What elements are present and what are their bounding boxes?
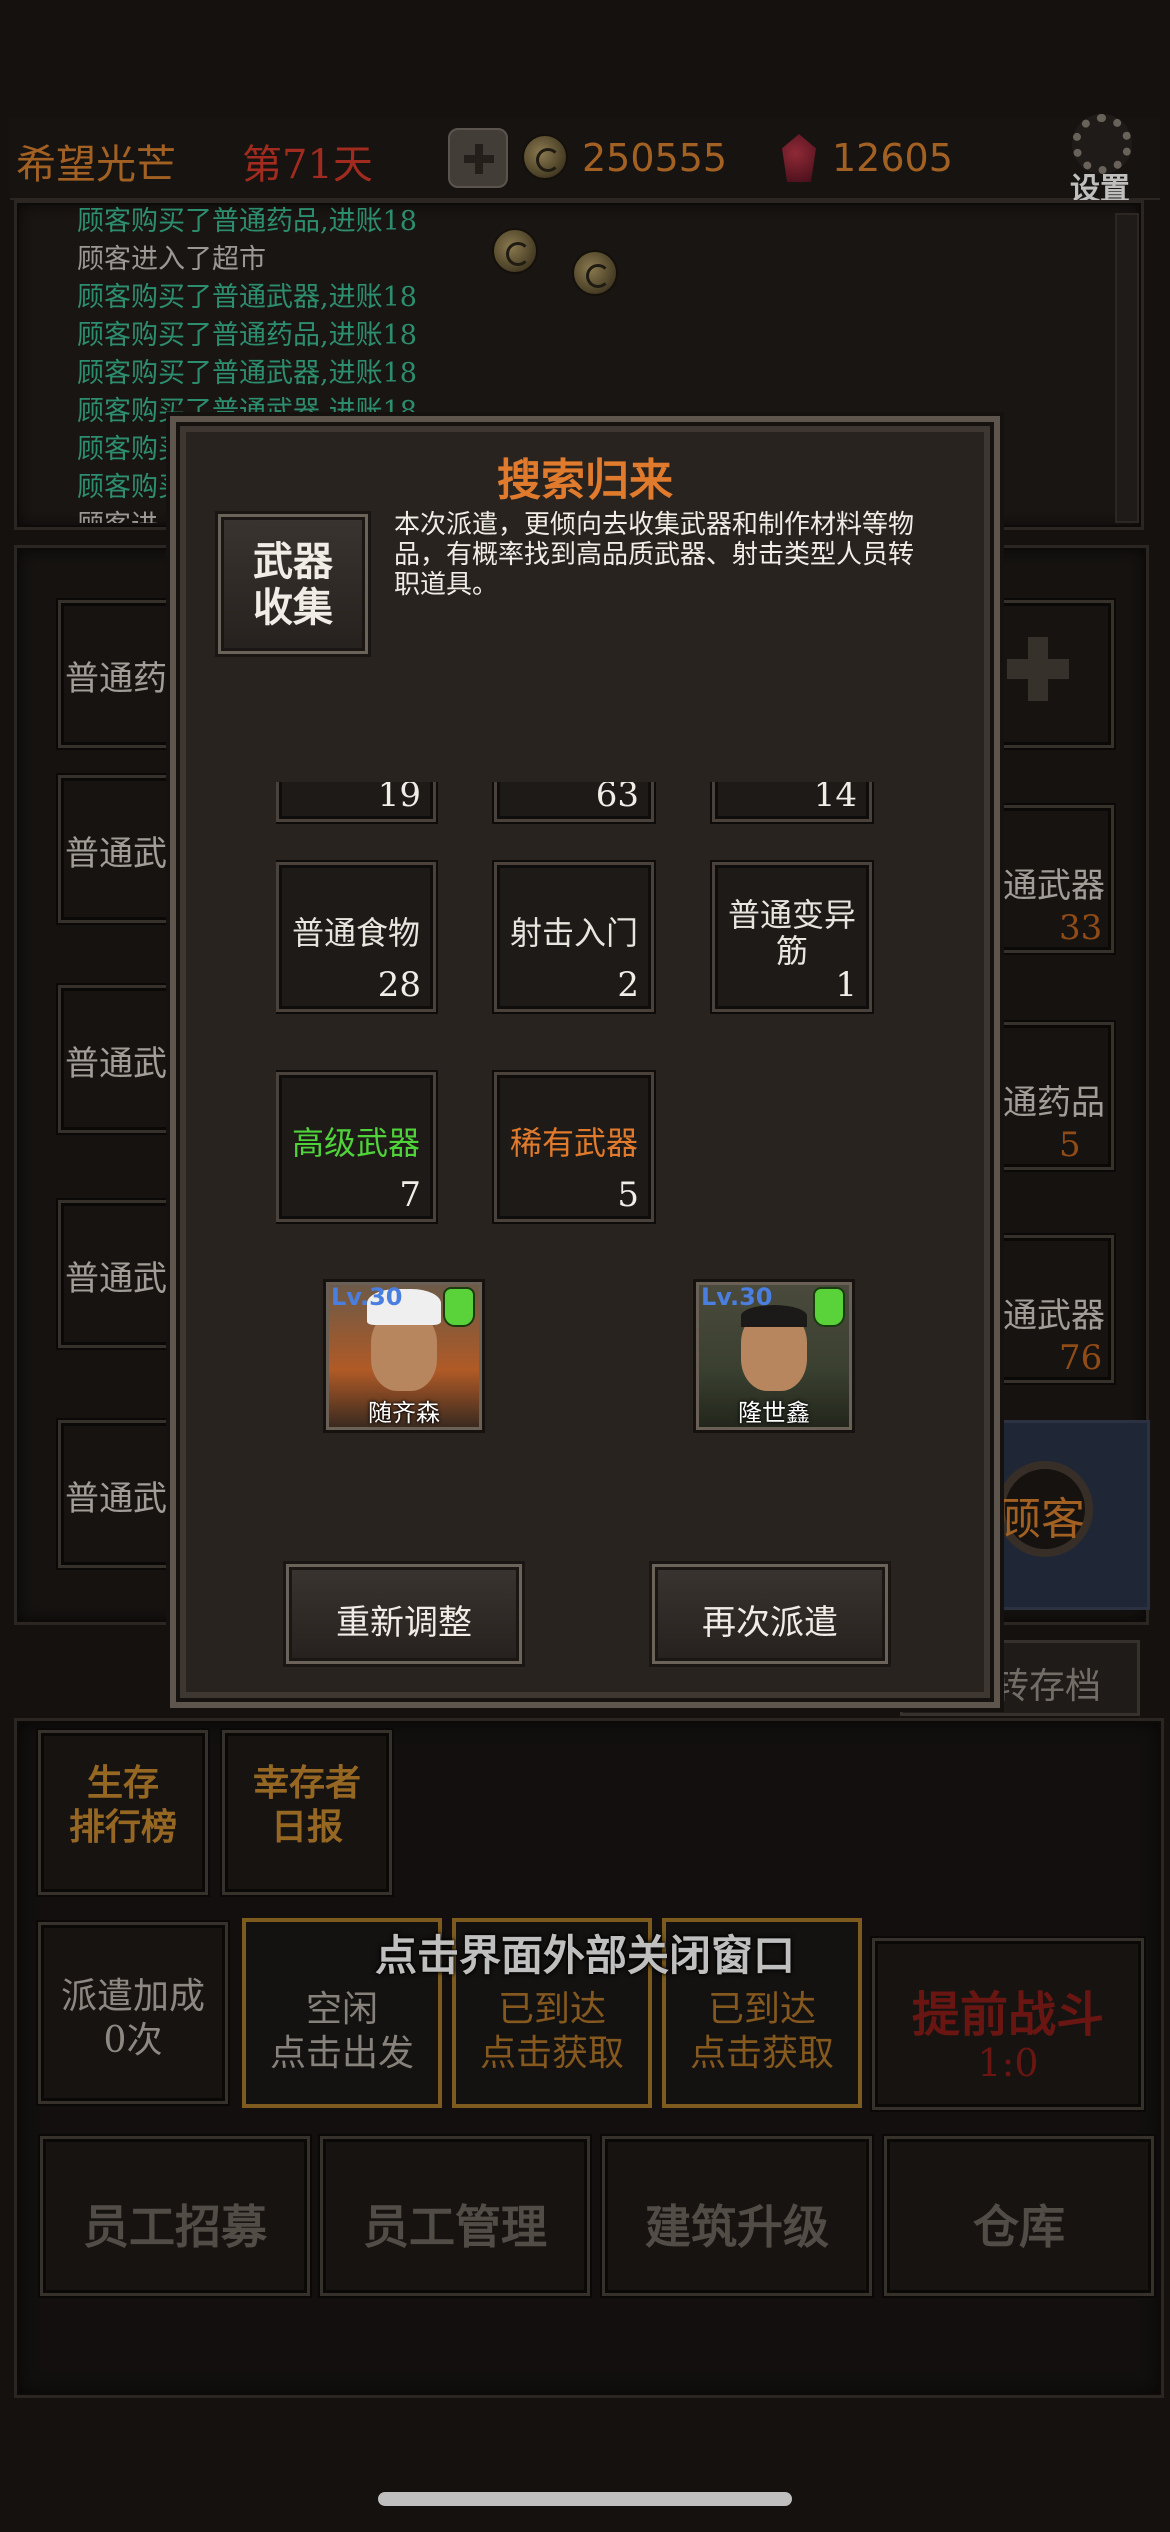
reward-count: 28 xyxy=(377,965,421,1005)
reward-slot[interactable]: 普通食物 28 xyxy=(276,862,436,1012)
search-result-modal: 搜索归来 武器 收集 本次派遣，更倾向去收集武器和制作材料等物品，有概率找到高品… xyxy=(170,416,1000,1708)
reward-slot-partial: 63 xyxy=(494,782,654,822)
worker-level: Lv.30 xyxy=(701,1283,773,1311)
worker-card[interactable]: Lv.30 随齐森 xyxy=(326,1282,482,1430)
worker-level: Lv.30 xyxy=(331,1283,403,1311)
reward-count: 63 xyxy=(595,782,639,815)
worker-name: 隆世鑫 xyxy=(738,1399,810,1427)
reward-name: 高级武器 xyxy=(291,1124,420,1162)
reward-slot[interactable]: 射击入门 2 xyxy=(494,862,654,1012)
reward-slot-partial: 19 xyxy=(276,782,436,822)
reward-grid[interactable]: 19 63 14 普通食物 28 射击入门 2 普通变异 筋 1 高级武器 7 稀有武器 5 xyxy=(276,782,936,1232)
reward-name: 稀有武器 xyxy=(509,1124,638,1162)
reward-count: 14 xyxy=(813,782,857,815)
reward-slot-partial: 14 xyxy=(712,782,872,822)
redispatch-button[interactable]: 再次派遣 xyxy=(652,1564,888,1664)
mission-description: 本次派遣，更倾向去收集武器和制作材料等物品，有概率找到高品质武器、射击类型人员转… xyxy=(394,510,915,600)
glove-icon xyxy=(443,1287,475,1327)
reward-slot[interactable]: 高级武器 7 xyxy=(276,1072,436,1222)
reward-name: 射击入门 xyxy=(509,914,638,952)
readjust-label: 重新调整 xyxy=(336,1603,472,1643)
worker-name: 随齐森 xyxy=(368,1399,440,1427)
reward-slot[interactable]: 普通变异 筋1 xyxy=(712,862,872,1012)
reward-count: 1 xyxy=(835,965,857,1005)
reward-name: 普通食物 xyxy=(291,914,420,952)
reward-count: 7 xyxy=(399,1175,421,1215)
reward-count: 19 xyxy=(377,782,421,815)
reward-count: 2 xyxy=(617,965,639,1005)
redispatch-label: 再次派遣 xyxy=(702,1603,838,1643)
mission-type-label: 武器 收集 xyxy=(253,538,333,631)
readjust-button[interactable]: 重新调整 xyxy=(286,1564,522,1664)
worker-card[interactable]: Lv.30 隆世鑫 xyxy=(696,1282,852,1430)
reward-name: 普通变异 筋 xyxy=(727,896,856,970)
reward-count: 5 xyxy=(617,1175,639,1215)
mission-type-badge: 武器 收集 xyxy=(218,514,368,654)
reward-slot[interactable]: 稀有武器 5 xyxy=(494,1072,654,1222)
glove-icon xyxy=(813,1287,845,1327)
modal-title: 搜索归来 xyxy=(497,455,673,506)
